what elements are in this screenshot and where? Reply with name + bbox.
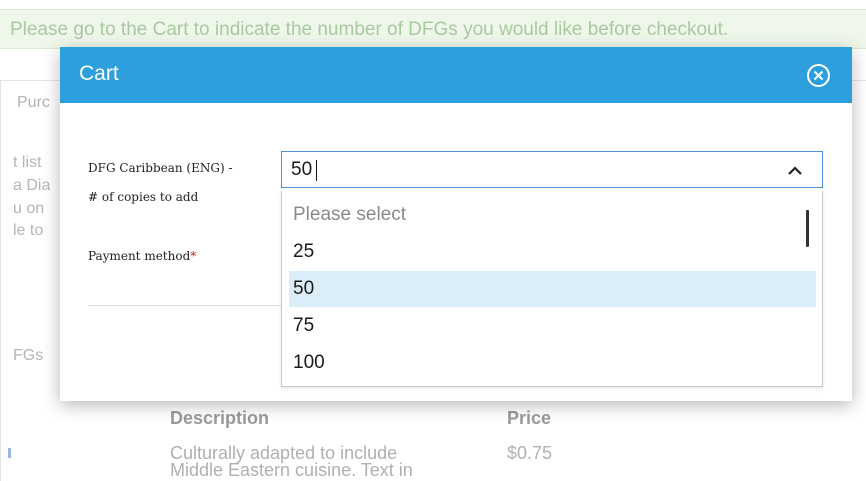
dropdown-option-selected[interactable]: 50 xyxy=(289,271,816,307)
table-cell-price: $0.75 xyxy=(507,443,553,463)
close-icon[interactable] xyxy=(806,63,831,88)
bg-text-fragment: a Dia xyxy=(13,177,51,194)
dropdown-option[interactable]: 100 xyxy=(289,345,816,381)
bg-tab-fragment[interactable]: Purc xyxy=(17,94,50,112)
alert-banner: Please go to the Cart to indicate the nu… xyxy=(0,9,866,49)
bg-text-fragment: le to xyxy=(13,222,44,239)
field-label-line1: DFG Caribbean (ENG) - xyxy=(88,161,233,175)
chevron-up-icon[interactable] xyxy=(786,162,804,180)
required-mark: * xyxy=(190,249,197,263)
table-header-price: Price xyxy=(507,408,552,428)
description-line: Middle Eastern cuisine. Text in xyxy=(170,460,413,480)
copies-select[interactable]: 50 xyxy=(281,151,823,188)
bg-text-fragment: FGs xyxy=(13,347,44,364)
modal-title: Cart xyxy=(79,62,119,85)
bg-link-marker xyxy=(8,448,11,458)
dropdown-option[interactable]: 25 xyxy=(289,234,816,270)
modal-header: Cart xyxy=(60,47,852,103)
payment-label: Payment method* xyxy=(88,249,196,263)
text-cursor xyxy=(316,160,317,181)
bg-text-fragment: t list xyxy=(13,154,42,171)
select-value: 50 xyxy=(291,159,313,180)
table-header-description: Description xyxy=(170,408,270,428)
scrollbar-thumb[interactable] xyxy=(806,210,809,247)
table-cell-description: Culturally adapted to include Middle Eas… xyxy=(170,444,413,480)
field-label-line2: # of copies to add xyxy=(88,190,199,204)
payment-label-text: Payment method xyxy=(88,249,191,263)
bg-text-fragment: u on xyxy=(13,200,45,217)
divider xyxy=(88,305,284,306)
dropdown-list[interactable]: Please select 25 50 75 100 xyxy=(281,191,823,387)
dropdown-option[interactable]: 75 xyxy=(289,308,816,344)
dropdown-option-placeholder[interactable]: Please select xyxy=(289,197,816,233)
